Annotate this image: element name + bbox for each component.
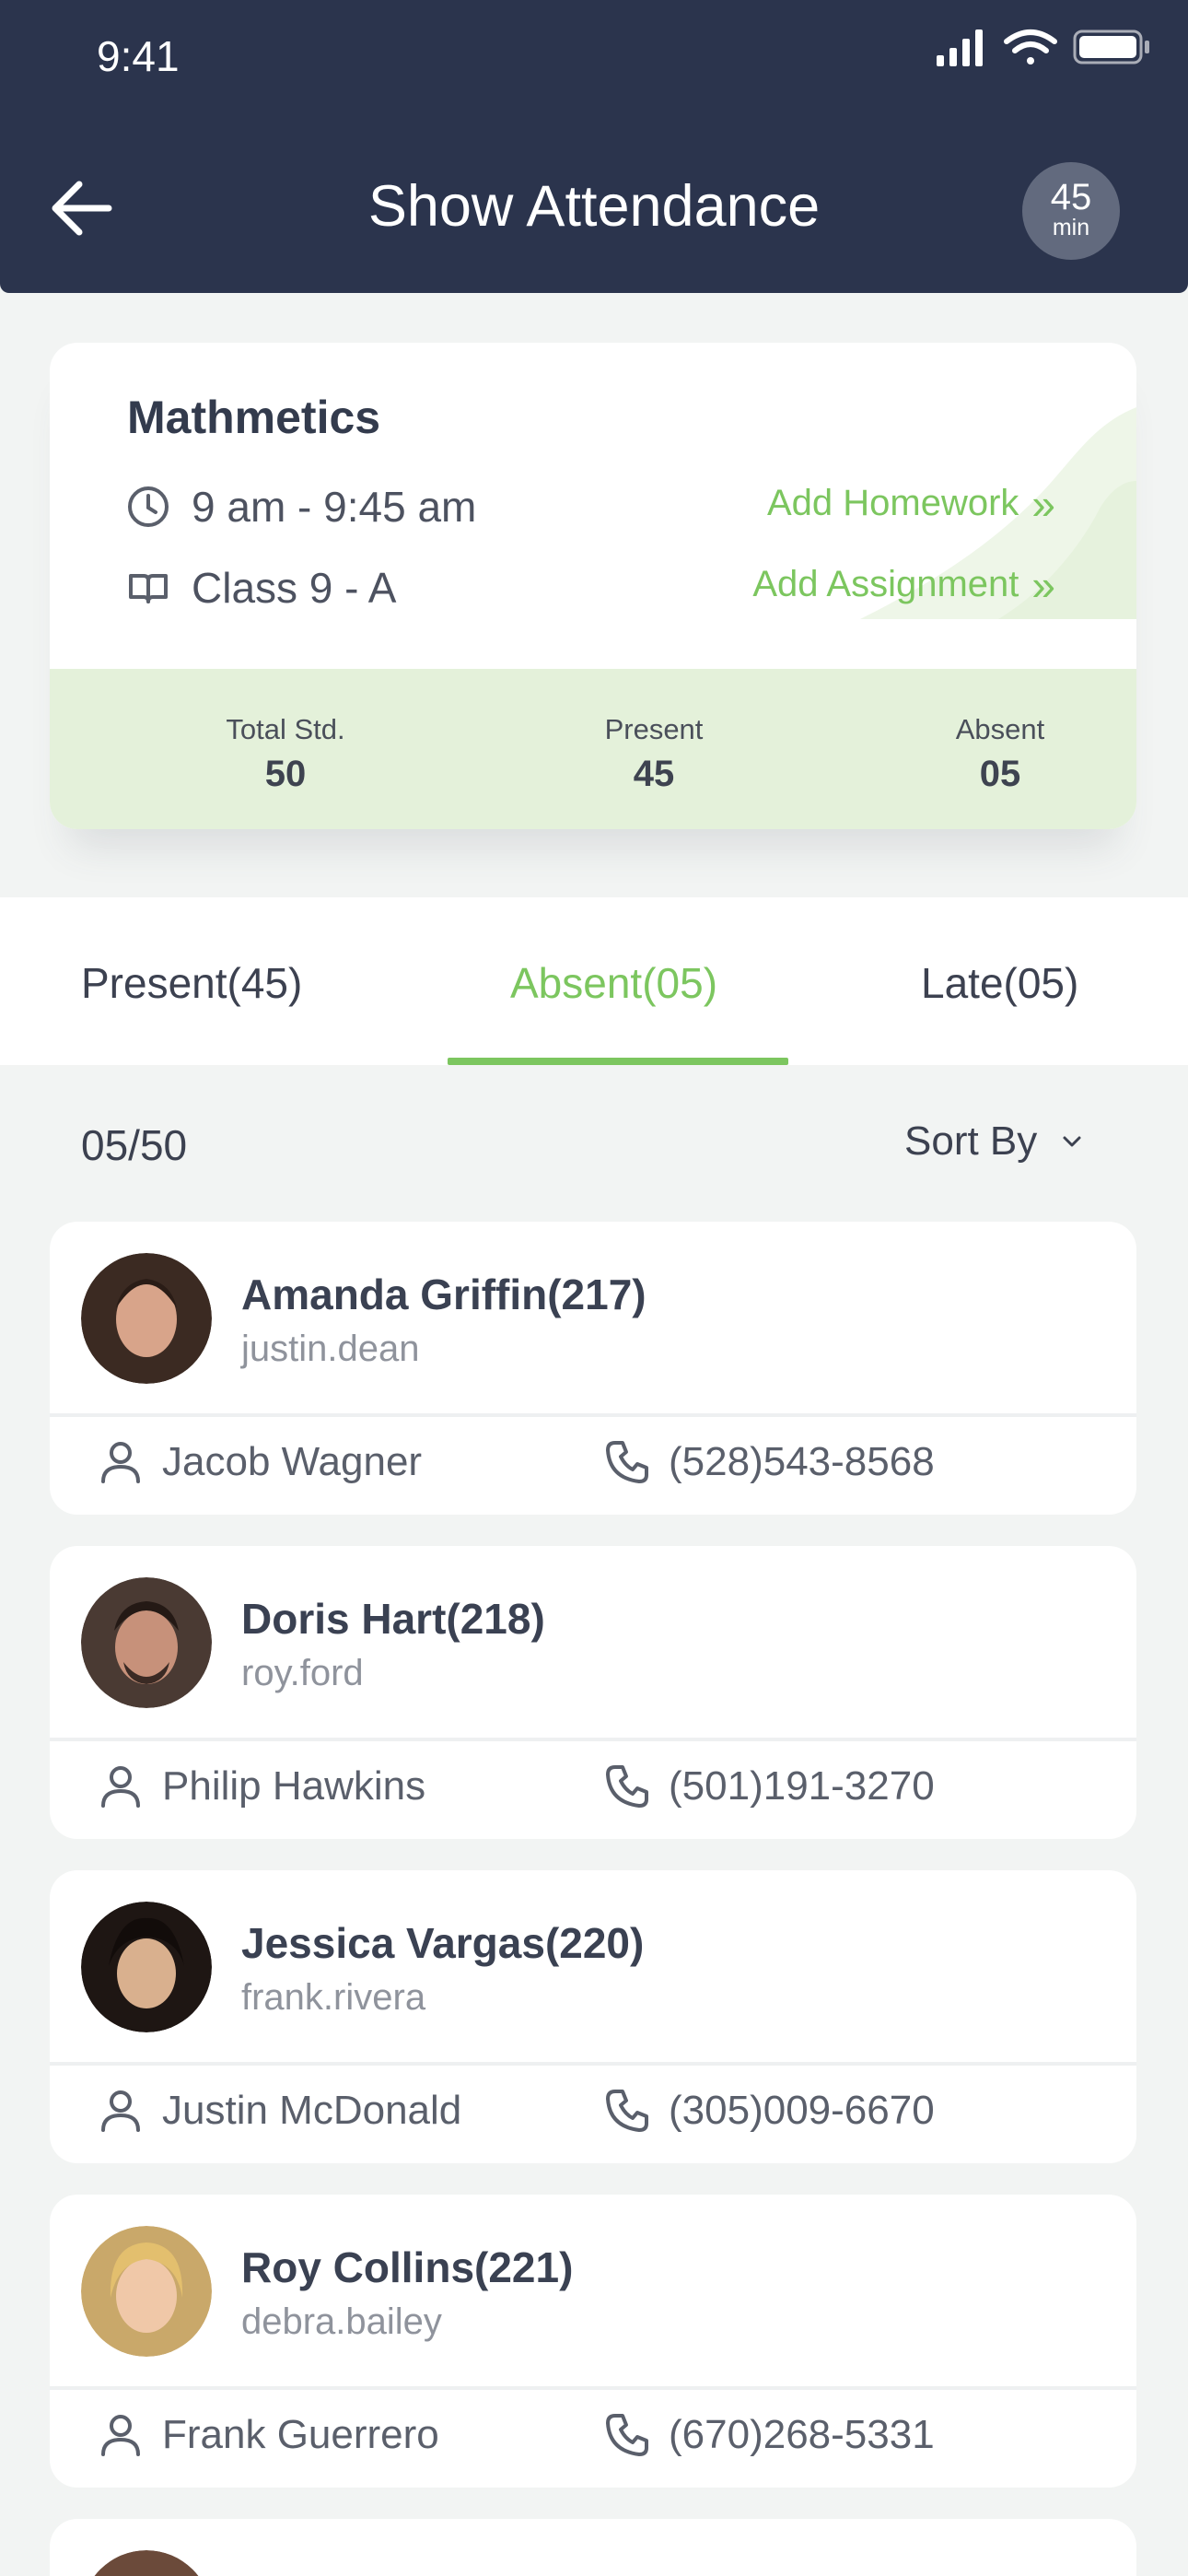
student-avatar bbox=[81, 1902, 212, 2032]
phone-number: (305)009-6670 bbox=[669, 2088, 935, 2133]
phone-number: (670)268-5331 bbox=[669, 2412, 935, 2457]
stat-label: Absent bbox=[955, 713, 1045, 745]
card-divider bbox=[50, 1413, 1136, 1417]
class-time: 9 am - 9:45 am bbox=[192, 483, 477, 531]
sort-by-label: Sort By bbox=[904, 1118, 1038, 1164]
student-avatar bbox=[94, 2550, 199, 2576]
student-avatar bbox=[81, 1577, 212, 1708]
double-chevron-right-icon: » bbox=[1031, 479, 1055, 528]
phone-icon bbox=[606, 1765, 648, 1808]
add-homework-link[interactable]: Add Homework » bbox=[766, 479, 1055, 528]
student-card[interactable]: Roy Collins(221) debra.bailey Frank Guer… bbox=[50, 2195, 1136, 2488]
student-card[interactable]: Jessica Vargas(220) frank.rivera Justin … bbox=[50, 1870, 1136, 2163]
timer-unit: min bbox=[1052, 215, 1090, 240]
phone-info[interactable]: (528)543-8568 bbox=[602, 1437, 935, 1487]
stat-value: 45 bbox=[633, 754, 675, 794]
student-card[interactable]: Doris Hart(218) roy.ford Philip Hawkins … bbox=[50, 1546, 1136, 1839]
stat-value: 05 bbox=[979, 754, 1021, 794]
page-title: Show Attendance bbox=[367, 174, 821, 239]
phone-info[interactable]: (501)191-3270 bbox=[602, 1762, 935, 1811]
parent-name: Philip Hawkins bbox=[162, 1763, 426, 1809]
student-name: Roy Collins(221) bbox=[241, 2243, 574, 2291]
phone-info[interactable]: (670)268-5331 bbox=[602, 2410, 935, 2460]
student-name: Doris Hart(218) bbox=[241, 1595, 545, 1643]
card-divider bbox=[50, 2062, 1136, 2066]
book-icon bbox=[129, 574, 168, 603]
status-time: 9:41 bbox=[97, 32, 180, 80]
parent-name: Justin McDonald bbox=[162, 2088, 462, 2133]
phone-icon bbox=[606, 1441, 648, 1483]
add-assignment-label: Add Assignment bbox=[752, 564, 1019, 604]
class-timer-badge: 45 min bbox=[1022, 162, 1120, 260]
card-divider bbox=[50, 2386, 1136, 2390]
attendance-tabs: Present(45) Absent(05) Late(05) bbox=[0, 897, 1188, 1065]
stat-value: 50 bbox=[264, 754, 307, 794]
active-tab-indicator bbox=[448, 1058, 788, 1065]
app-header: 9:41 Show Attendance 45 min bbox=[0, 0, 1188, 293]
parent-info: Philip Hawkins bbox=[96, 1762, 425, 1811]
student-name: Amanda Griffin(217) bbox=[241, 1270, 646, 1318]
phone-number: (528)543-8568 bbox=[669, 1439, 935, 1484]
signal-icon bbox=[937, 29, 983, 66]
status-icons bbox=[937, 29, 1149, 66]
stat-label: Total Std. bbox=[226, 713, 345, 745]
user-icon bbox=[101, 1766, 140, 1808]
subject-name: Mathmetics bbox=[127, 392, 381, 443]
user-icon bbox=[101, 2090, 140, 2132]
parent-info: Jacob Wagner bbox=[96, 1437, 422, 1487]
student-name: Jessica Vargas(220) bbox=[241, 1919, 645, 1967]
attendance-stats: Total Std. 50 Present 45 Absent 05 bbox=[50, 669, 1136, 829]
student-card[interactable]: Amanda Griffin(217) justin.dean Jacob Wa… bbox=[50, 1222, 1136, 1515]
phone-icon bbox=[606, 2090, 648, 2132]
clock-icon bbox=[128, 486, 169, 527]
class-section: Class 9 - A bbox=[192, 564, 397, 612]
student-count: 05/50 bbox=[81, 1121, 188, 1169]
tab-present[interactable]: Present(45) bbox=[81, 958, 302, 1008]
student-username: frank.rivera bbox=[241, 1977, 426, 2018]
student-avatar bbox=[81, 1253, 212, 1384]
tab-absent[interactable]: Absent(05) bbox=[510, 958, 717, 1008]
chevron-down-icon bbox=[1063, 1136, 1081, 1147]
student-username: roy.ford bbox=[241, 1653, 364, 1693]
sort-by-dropdown[interactable]: Sort By bbox=[904, 1118, 1083, 1165]
phone-number: (501)191-3270 bbox=[669, 1763, 935, 1809]
wifi-icon bbox=[1004, 29, 1057, 64]
student-avatar bbox=[81, 2226, 212, 2357]
phone-info[interactable]: (305)009-6670 bbox=[602, 2086, 935, 2136]
student-username: debra.bailey bbox=[241, 2301, 442, 2342]
add-homework-label: Add Homework bbox=[766, 483, 1019, 523]
parent-info: Justin McDonald bbox=[96, 2086, 461, 2136]
card-divider bbox=[50, 1738, 1136, 1741]
timer-value: 45 bbox=[1050, 177, 1092, 217]
tab-late[interactable]: Late(05) bbox=[921, 958, 1078, 1008]
class-time-row: 9 am - 9:45 am bbox=[123, 479, 476, 534]
parent-name: Jacob Wagner bbox=[162, 1439, 423, 1484]
class-section-row: Class 9 - A bbox=[123, 560, 396, 615]
user-icon bbox=[101, 2415, 140, 2456]
double-chevron-right-icon: » bbox=[1031, 560, 1055, 609]
class-info-card: Mathmetics 9 am - 9:45 am Class 9 - A Ad… bbox=[50, 343, 1136, 829]
user-icon bbox=[101, 1442, 140, 1483]
parent-name: Frank Guerrero bbox=[162, 2412, 439, 2457]
phone-icon bbox=[606, 2414, 648, 2456]
student-username: justin.dean bbox=[241, 1329, 420, 1369]
stat-label: Present bbox=[604, 713, 704, 745]
add-assignment-link[interactable]: Add Assignment » bbox=[752, 560, 1055, 609]
battery-icon bbox=[1073, 29, 1149, 64]
student-card[interactable] bbox=[50, 2519, 1136, 2576]
parent-info: Frank Guerrero bbox=[96, 2410, 439, 2460]
